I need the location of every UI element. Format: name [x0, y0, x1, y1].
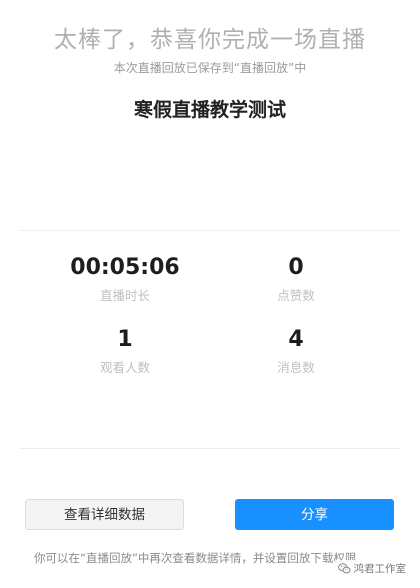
stat-messages-label: 消息数: [277, 360, 315, 375]
top-divider: [20, 230, 400, 231]
bottom-divider: [20, 448, 400, 449]
congrats-headline: 太棒了，恭喜你完成一场直播: [54, 27, 366, 53]
stat-messages: 4 消息数: [216, 326, 376, 376]
footer-note: 你可以在“直播回放”中再次查看数据详情，并设置回放下载权限: [34, 551, 357, 565]
stat-likes: 0 点赞数: [216, 254, 376, 304]
wechat-icon: [337, 563, 350, 574]
session-title: 寒假直播教学测试: [133, 99, 286, 121]
stat-likes-value: 0: [288, 255, 304, 280]
stat-likes-label: 点赞数: [277, 288, 315, 303]
stat-viewers-value: 1: [117, 327, 133, 352]
stat-duration-label: 直播时长: [99, 288, 150, 303]
live-summary-dialog: 太棒了，恭喜你完成一场直播 本次直播回放已保存到“直播回放”中 寒假直播教学测试…: [0, 0, 420, 588]
stat-viewers: 1 观看人数: [45, 326, 205, 376]
stat-duration-value: 00:05:06: [70, 255, 180, 280]
share-button[interactable]: 分享: [235, 499, 394, 530]
view-details-button[interactable]: 查看详细数据: [25, 499, 184, 530]
stat-duration: 00:05:06 直播时长: [45, 254, 205, 304]
stat-viewers-label: 观看人数: [99, 360, 150, 375]
watermark: 鸿君工作室: [335, 560, 408, 577]
replay-saved-notice: 本次直播回放已保存到“直播回放”中: [113, 61, 307, 75]
watermark-text: 鸿君工作室: [353, 563, 407, 575]
stat-messages-value: 4: [288, 327, 304, 352]
